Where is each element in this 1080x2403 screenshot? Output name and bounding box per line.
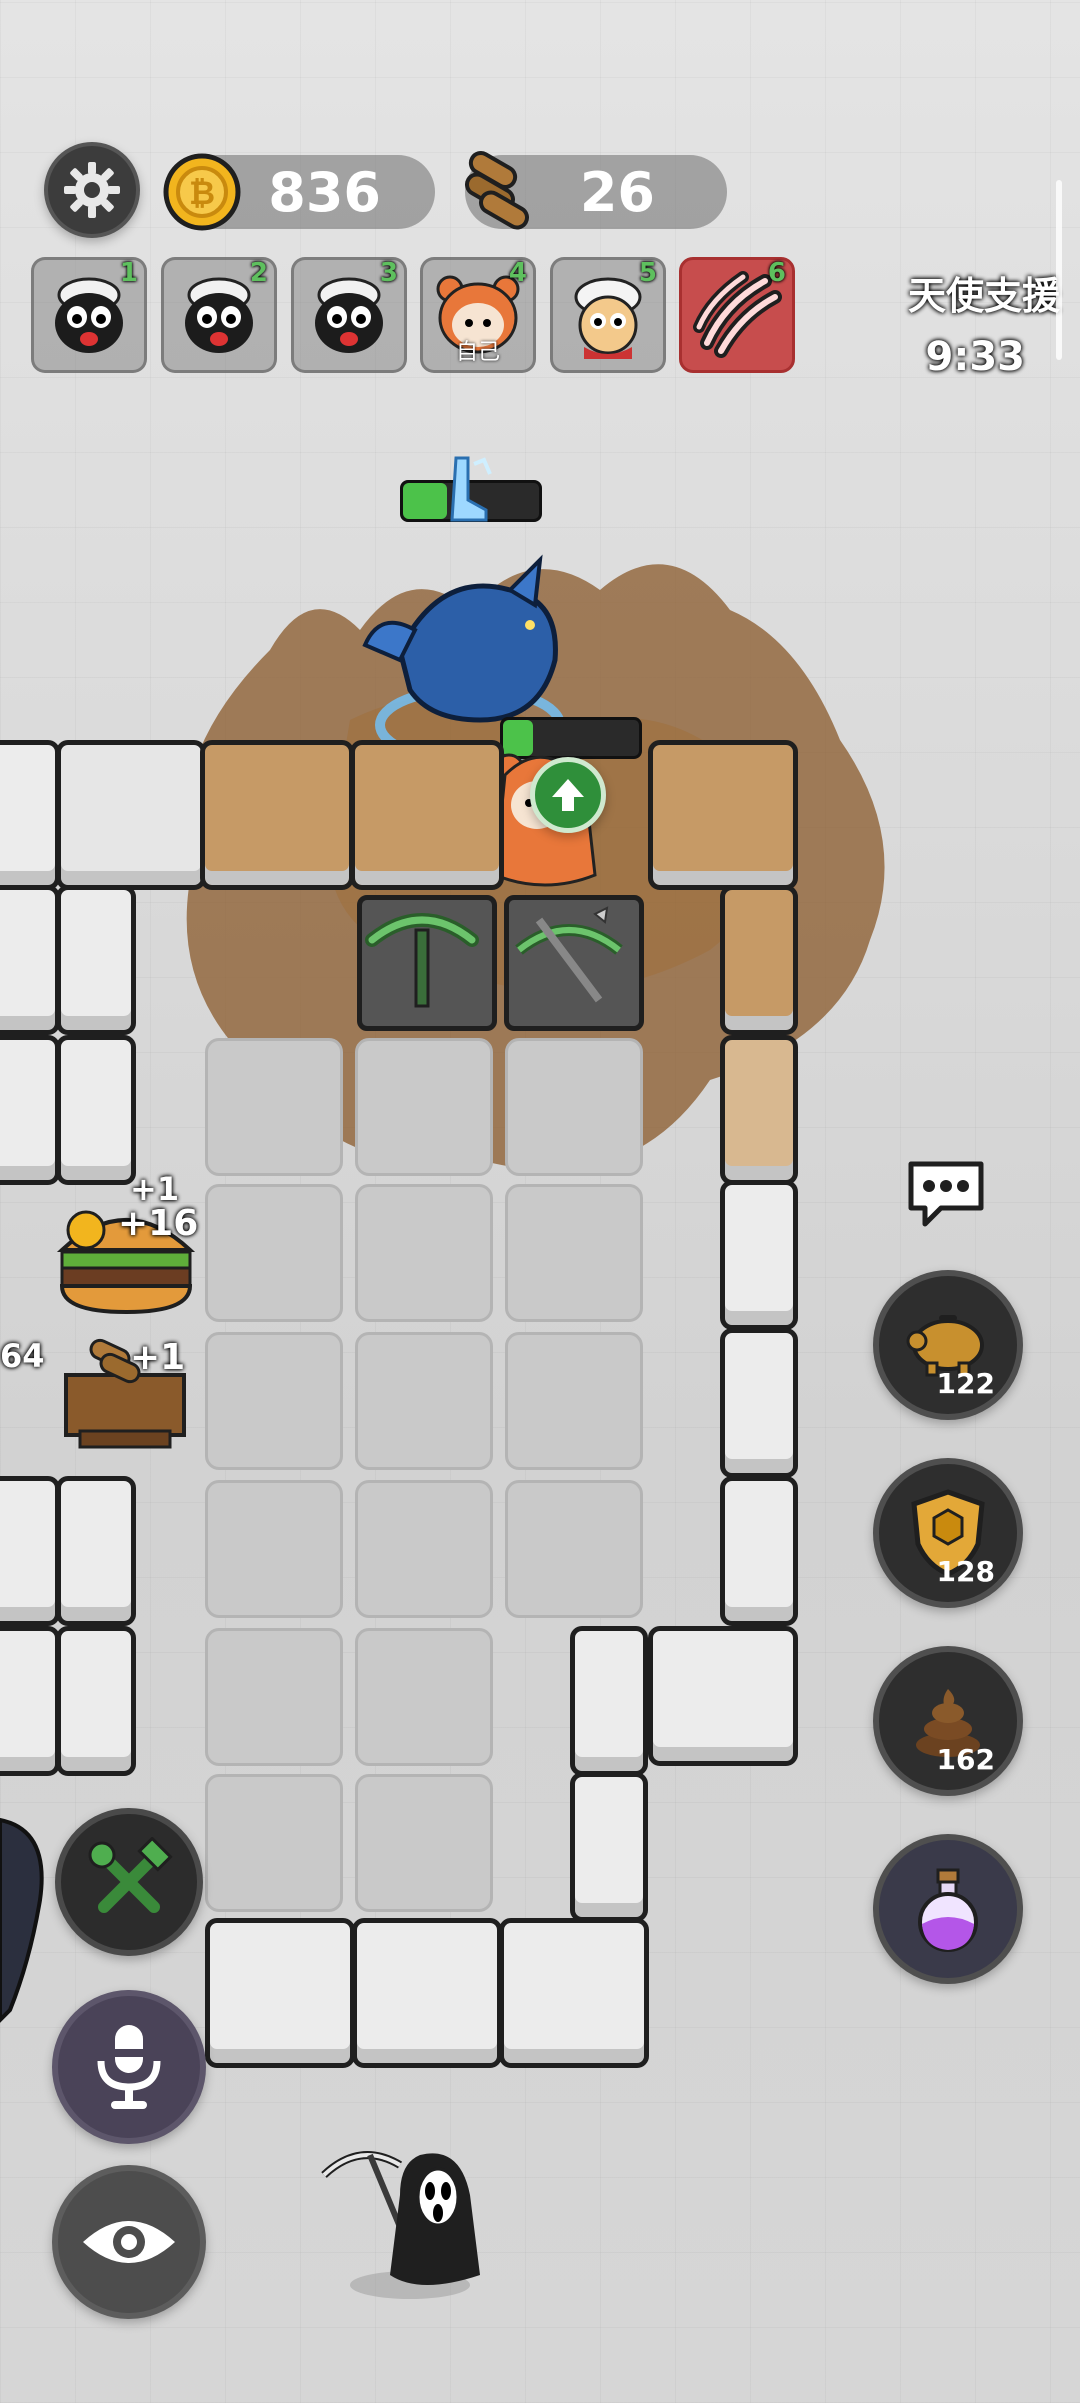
floor-tile[interactable] xyxy=(355,1628,493,1766)
wall-block xyxy=(720,1180,798,1330)
chat-bubble-icon xyxy=(908,1161,984,1227)
floor-tile[interactable] xyxy=(205,1628,343,1766)
upgrade-button[interactable] xyxy=(530,757,606,833)
player-number: 4 xyxy=(508,258,527,288)
player-slot-1[interactable]: 1 xyxy=(31,257,147,373)
shield-count: 128 xyxy=(936,1555,995,1588)
player-slot-4[interactable]: 4 自己 xyxy=(420,257,536,373)
floor-tile[interactable] xyxy=(505,1332,643,1470)
floor-tile[interactable] xyxy=(355,1038,493,1176)
microphone-button[interactable] xyxy=(52,1990,206,2144)
scrollbar[interactable] xyxy=(1056,180,1062,360)
wall-block xyxy=(648,1626,798,1766)
wall-block xyxy=(56,885,136,1035)
wood-amount: 26 xyxy=(579,160,655,224)
potion-icon xyxy=(918,1868,978,1952)
eye-icon xyxy=(83,2221,175,2263)
microphone-icon xyxy=(97,2025,161,2109)
floor-tile[interactable] xyxy=(505,1480,643,1618)
wall-block xyxy=(56,740,206,890)
sawmill-wood-gain: +1 xyxy=(130,1337,186,1378)
shadow-creature-enemy xyxy=(0,1817,44,2023)
potion-button[interactable] xyxy=(873,1834,1023,1984)
player-slot-5[interactable]: 5 xyxy=(550,257,666,373)
floor-tile[interactable] xyxy=(205,1184,343,1322)
player-slot-6[interactable]: 6 xyxy=(679,257,795,373)
wall-block xyxy=(570,1626,648,1776)
poop-count: 162 xyxy=(936,1743,995,1776)
floor-tile[interactable] xyxy=(355,1332,493,1470)
event-panel: 天使支援 9:33 xyxy=(908,265,1060,380)
wall-block xyxy=(648,740,798,890)
player-number: 5 xyxy=(638,258,657,288)
crossbow-slot[interactable] xyxy=(504,895,644,1031)
player-slot-2[interactable]: 2 xyxy=(161,257,277,373)
wall-block xyxy=(0,1476,60,1626)
floor-tile[interactable] xyxy=(355,1480,493,1618)
arrow-up-icon xyxy=(552,779,584,811)
coin-amount: 836 xyxy=(268,160,381,224)
build-tools-button[interactable] xyxy=(55,1808,203,1956)
view-toggle-button[interactable] xyxy=(52,2165,206,2319)
hammer-wrench-icon xyxy=(88,1837,173,1913)
player-number: 6 xyxy=(767,258,786,288)
player-number: 1 xyxy=(119,258,138,288)
wall-block xyxy=(352,1918,502,2068)
player-slot-3[interactable]: 3 xyxy=(291,257,407,373)
wall-block xyxy=(720,885,798,1035)
wall-block xyxy=(56,1035,136,1185)
wall-block xyxy=(0,1035,60,1185)
self-tag: 自己 xyxy=(455,340,500,365)
floor-tile[interactable] xyxy=(355,1184,493,1322)
wall-block xyxy=(350,740,504,890)
wall-block xyxy=(570,1772,648,1922)
coin-icon: ₿ xyxy=(163,153,241,231)
pickaxe-slot[interactable] xyxy=(357,895,497,1031)
floor-tile[interactable] xyxy=(205,1480,343,1618)
wall-block xyxy=(720,1328,798,1478)
ice-boots-icon xyxy=(450,456,492,522)
shield-button[interactable]: 128 xyxy=(873,1458,1023,1608)
wall-block xyxy=(0,885,60,1035)
event-title: 天使支援 xyxy=(907,274,1060,318)
pickaxe-icon xyxy=(365,913,479,1008)
player-number: 3 xyxy=(379,258,398,288)
floor-tile[interactable] xyxy=(205,1332,343,1470)
wall-block xyxy=(499,1918,649,2068)
floor-tile[interactable] xyxy=(505,1038,643,1176)
floor-tile[interactable] xyxy=(205,1038,343,1176)
chat-button[interactable] xyxy=(905,1158,987,1230)
ghostface-reaper-enemy xyxy=(321,2151,480,2299)
piggy-count: 122 xyxy=(936,1367,995,1400)
wall-block xyxy=(56,1626,136,1776)
wall-block xyxy=(0,740,60,890)
wood-logs-icon xyxy=(465,151,529,230)
gear-icon xyxy=(64,162,120,218)
wall-block xyxy=(0,1626,60,1776)
floor-tile[interactable] xyxy=(505,1184,643,1322)
edge-counter: 64 xyxy=(0,1337,45,1375)
floor-tile[interactable] xyxy=(205,1774,343,1912)
wall-block xyxy=(200,740,354,890)
wall-block xyxy=(720,1476,798,1626)
burger-coin-gain: +16 xyxy=(118,1203,199,1244)
wall-block xyxy=(205,1918,355,2068)
wall-block xyxy=(56,1476,136,1626)
svg-text:₿: ₿ xyxy=(189,174,215,212)
poop-button[interactable]: 162 xyxy=(873,1646,1023,1796)
settings-button[interactable] xyxy=(44,142,140,238)
player-number: 2 xyxy=(249,258,268,288)
floor-tile[interactable] xyxy=(355,1774,493,1912)
wall-block xyxy=(720,1035,798,1185)
crossbow-icon xyxy=(515,906,623,1003)
piggy-bank-button[interactable]: 122 xyxy=(873,1270,1023,1420)
event-timer: 9:33 xyxy=(925,334,1026,380)
